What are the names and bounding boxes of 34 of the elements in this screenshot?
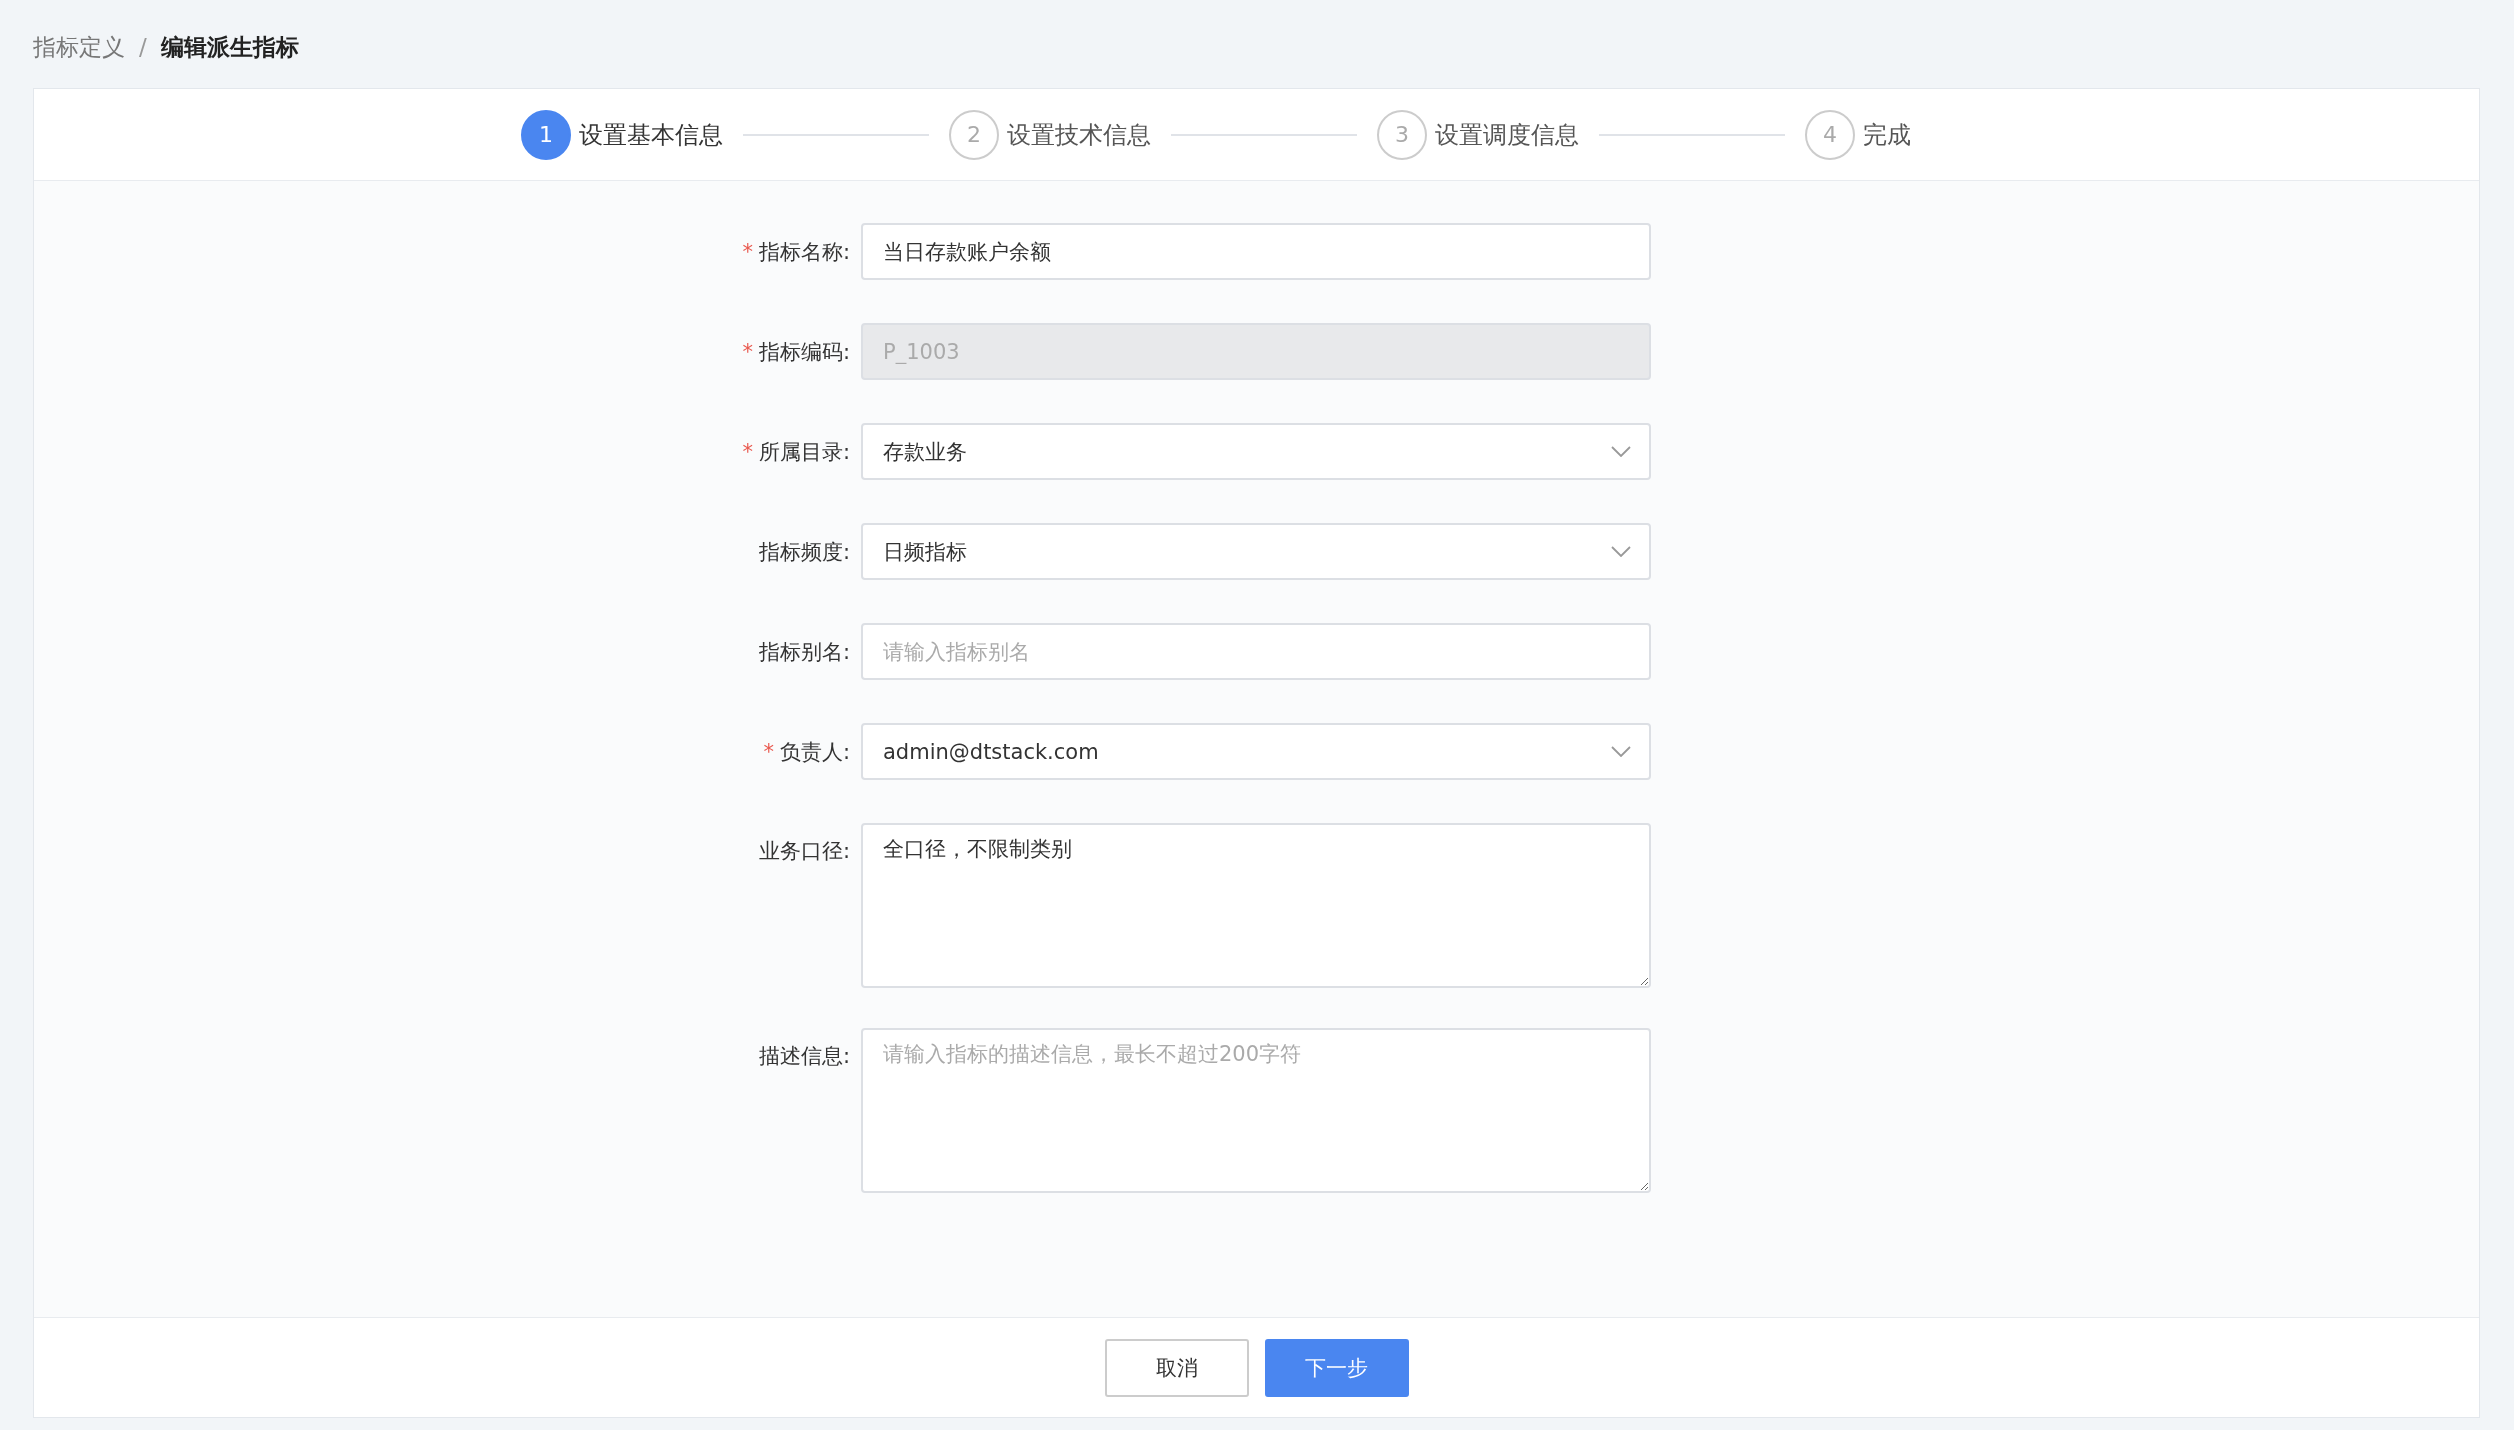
chevron-down-icon: [1611, 446, 1631, 457]
select-field[interactable]: admin@dtstack.com: [861, 723, 1651, 780]
text-field[interactable]: 当日存款账户余额: [861, 223, 1651, 280]
step-number: 1: [521, 109, 571, 160]
chevron-down-icon: [1611, 546, 1631, 557]
cancel-button[interactable]: 取消: [1104, 1338, 1249, 1397]
select-value: admin@dtstack.com: [883, 739, 1099, 764]
step-number: 2: [949, 109, 999, 160]
field-label: * 负责人:: [762, 738, 850, 766]
step-label: 设置基本信息: [579, 119, 723, 151]
field-label: 指标频度:: [757, 538, 850, 566]
select-field[interactable]: 存款业务: [861, 423, 1651, 480]
textarea-field[interactable]: 请输入指标的描述信息，最长不超过200字符: [861, 1028, 1651, 1193]
next-button[interactable]: 下一步: [1264, 1338, 1409, 1397]
field-label: 描述信息:: [757, 1043, 850, 1070]
textarea-field[interactable]: 全口径，不限制类别: [861, 823, 1651, 988]
select-value: 日频指标: [883, 538, 967, 566]
text-field[interactable]: 请输入指标别名: [861, 623, 1651, 680]
step-label: 设置调度信息: [1435, 119, 1579, 151]
step-label: 设置技术信息: [1007, 119, 1151, 151]
field-label: 指标别名:: [757, 638, 850, 666]
step-label: 完成: [1863, 119, 1911, 151]
field-label: * 指标编码:: [741, 338, 850, 366]
breadcrumb-current: 编辑派生指标: [160, 32, 299, 62]
select-field[interactable]: 日频指标: [861, 523, 1651, 580]
step-number: 4: [1805, 109, 1855, 160]
chevron-down-icon: [1611, 746, 1631, 757]
step-number: 3: [1377, 109, 1427, 160]
field-label: * 指标名称:: [741, 238, 850, 266]
field-label: 业务口径:: [757, 838, 850, 865]
breadcrumb-separator: /: [139, 34, 147, 60]
select-value: 存款业务: [883, 438, 967, 466]
breadcrumb-link[interactable]: 指标定义: [33, 31, 125, 63]
field-label: * 所属目录:: [741, 438, 850, 466]
